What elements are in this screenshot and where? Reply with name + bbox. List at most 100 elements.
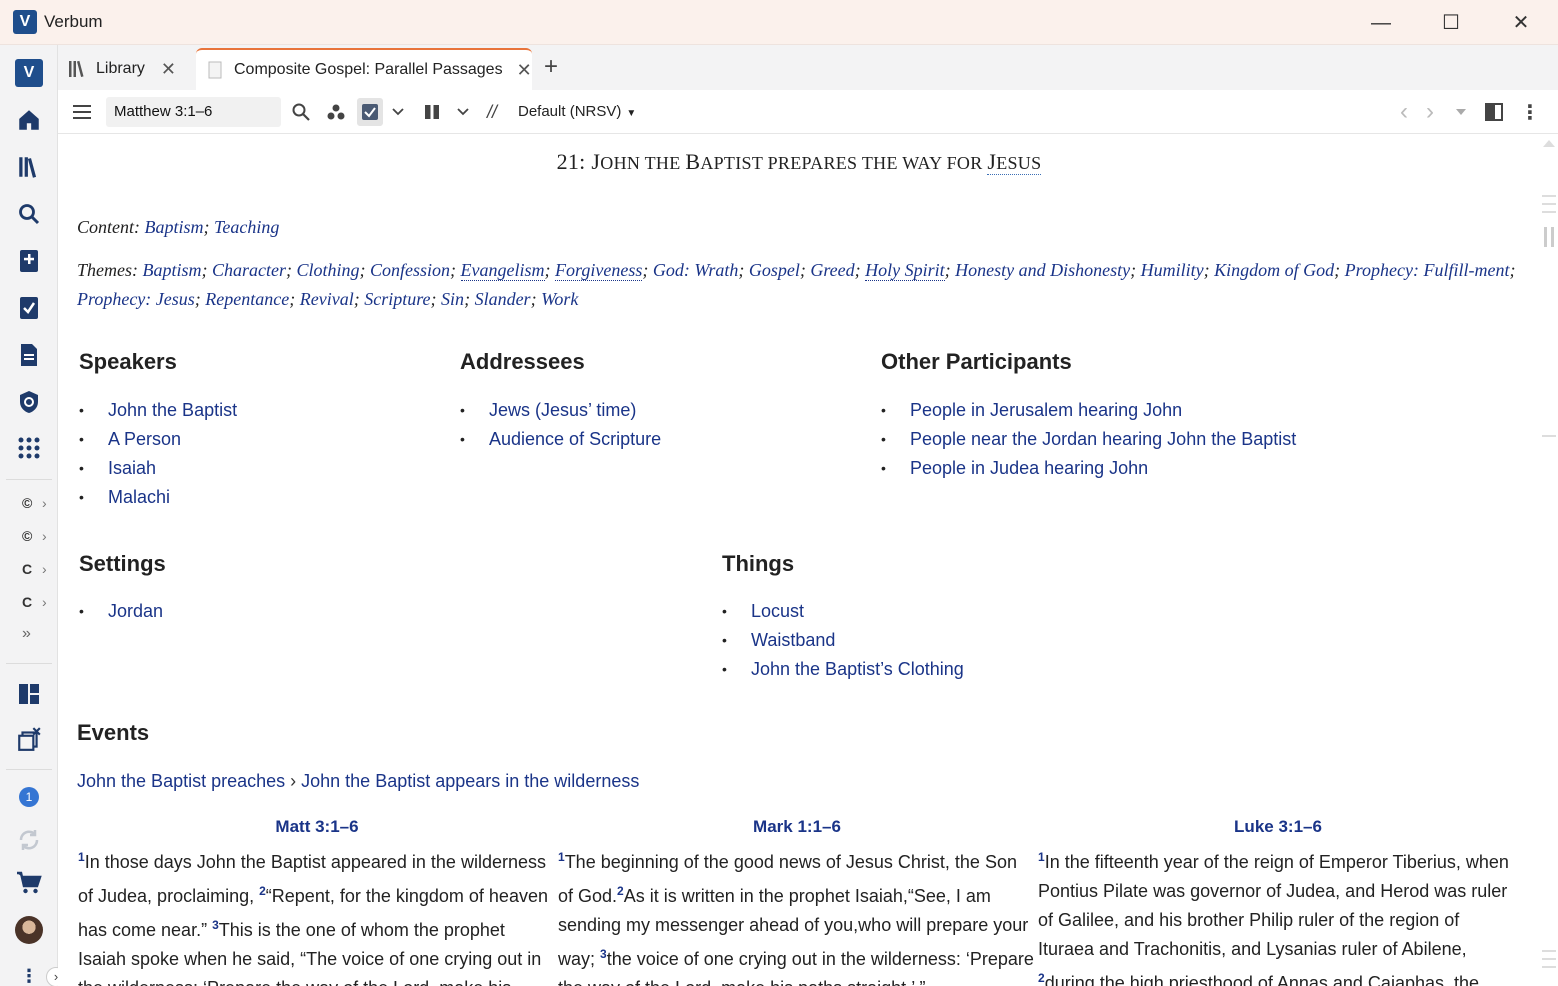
verse-number[interactable]: 3 [600,947,607,961]
panel-options-icon[interactable]: ⋮ [1520,98,1540,126]
close-panels-icon[interactable] [14,724,44,754]
theme-link[interactable]: Prophecy: Fulfill-ment [1345,260,1510,280]
verse-number[interactable]: 1 [78,850,85,864]
chevron-right-icon[interactable]: › [42,561,47,577]
search-icon[interactable] [289,98,313,126]
content-tag-link[interactable]: Baptism [145,217,204,237]
account-avatar[interactable] [14,915,44,945]
layouts-icon[interactable] [14,679,44,709]
apps-grid-icon[interactable] [14,433,44,463]
verse-number[interactable]: 1 [558,850,565,864]
minimize-button[interactable]: — [1358,8,1404,38]
chevron-down-icon[interactable] [388,98,408,126]
split-panel-icon[interactable] [1483,98,1505,126]
guides-icon[interactable] [14,387,44,417]
close-window-button[interactable]: ✕ [1498,8,1544,38]
theme-link[interactable]: Prophecy: Jesus [77,289,195,309]
chevron-right-icon[interactable]: › [42,528,47,544]
theme-link[interactable]: God: Wrath [653,260,739,280]
addressee-link[interactable]: Audience of Scripture [459,425,661,454]
back-button[interactable]: ‹ [1394,98,1414,126]
cart-icon[interactable] [14,868,44,898]
addressee-link[interactable]: Jews (Jesus’ time) [459,396,661,425]
maximize-button[interactable]: ☐ [1428,8,1474,38]
verse-number[interactable]: 3 [212,918,219,932]
sync-icon[interactable] [14,825,44,855]
home-icon[interactable] [14,105,44,135]
close-tab-icon[interactable]: ✕ [161,59,176,80]
setting-link[interactable]: Jordan [78,597,163,626]
theme-link[interactable]: Confession [370,260,450,280]
recent-resource-1[interactable]: © [22,495,32,511]
more-resources-icon[interactable]: » [22,625,31,643]
add-tab-button[interactable]: + [544,53,558,81]
documents-icon[interactable] [14,340,44,370]
theme-link[interactable]: Character [212,260,286,280]
thing-link[interactable]: Locust [721,597,964,626]
checklist-toggle-icon[interactable] [357,98,383,126]
recent-resource-2[interactable]: © [22,528,32,544]
verbum-menu-icon[interactable]: V [15,59,43,87]
speaker-link[interactable]: Malachi [78,483,237,512]
tab-composite-gospel[interactable]: Composite Gospel: Parallel Passages ✕ [196,48,532,90]
passage-reference-link[interactable]: Luke 3:1–6 [1038,817,1518,843]
event-link[interactable]: John the Baptist appears in the wilderne… [301,771,639,791]
content-tag-link[interactable]: Teaching [214,217,279,237]
chevron-down-icon[interactable] [453,98,473,126]
chevron-right-icon[interactable]: › [42,594,47,610]
reading-plan-icon[interactable] [14,293,44,323]
participant-link[interactable]: People in Judea hearing John [880,454,1296,483]
history-dropdown-icon[interactable] [1452,98,1470,126]
more-options-icon[interactable]: ⋮ [14,961,44,986]
thing-link[interactable]: Waistband [721,626,964,655]
speaker-link[interactable]: Isaiah [78,454,237,483]
notifications-icon[interactable]: 1 [14,782,44,812]
parallel-resources-button[interactable]: // [481,98,503,126]
forward-button[interactable]: › [1420,98,1440,126]
scroll-up-icon[interactable] [1543,140,1555,147]
speaker-link[interactable]: John the Baptist [78,396,237,425]
theme-link[interactable]: Scripture [364,289,430,309]
thing-link[interactable]: John the Baptist’s Clothing [721,655,964,684]
close-tab-icon[interactable]: ✕ [517,60,532,81]
scroll-thumb[interactable] [1544,227,1554,247]
theme-link[interactable]: Holy Spirit [865,260,945,281]
content-scrollbar[interactable] [1540,135,1558,986]
theme-link[interactable]: Work [541,289,578,309]
columns-icon[interactable] [421,98,443,126]
participant-link[interactable]: People near the Jordan hearing John the … [880,425,1296,454]
verse-number[interactable]: 1 [1038,850,1045,864]
theme-link[interactable]: Clothing [297,260,360,280]
verse-number[interactable]: 2 [617,884,624,898]
theme-link[interactable]: Revival [300,289,354,309]
reference-input[interactable]: Matthew 3:1–6 [106,97,281,127]
jesus-link[interactable]: JESUS [987,149,1042,175]
theme-link[interactable]: Gospel [749,260,800,280]
passage-reference-link[interactable]: Mark 1:1–6 [558,817,1036,843]
visual-filter-icon[interactable] [324,98,348,126]
participant-link[interactable]: People in Jerusalem hearing John [880,396,1296,425]
version-selector[interactable]: Default (NRSV) ▼ [518,98,636,128]
event-link[interactable]: John the Baptist preaches [77,771,285,791]
recent-resource-4[interactable]: C [22,594,32,610]
tab-library[interactable]: Library ✕ [68,48,188,90]
passage-reference-link[interactable]: Matt 3:1–6 [78,817,556,843]
library-icon[interactable] [14,152,44,182]
add-document-icon[interactable] [14,246,44,276]
theme-link[interactable]: Kingdom of God [1214,260,1334,280]
chevron-right-icon[interactable]: › [42,495,47,511]
verse-number[interactable]: 2 [1038,971,1045,985]
theme-link[interactable]: Baptism [143,260,202,280]
theme-link[interactable]: Humility [1141,260,1204,280]
theme-link[interactable]: Slander [475,289,531,309]
recent-resource-3[interactable]: C [22,561,32,577]
theme-link[interactable]: Honesty and Dishonesty [955,260,1130,280]
theme-link[interactable]: Forgiveness [555,260,643,281]
search-icon[interactable] [14,199,44,229]
theme-link[interactable]: Evangelism [460,260,545,281]
speaker-link[interactable]: A Person [78,425,237,454]
theme-link[interactable]: Greed [810,260,854,280]
theme-link[interactable]: Repentance [205,289,289,309]
panel-menu-icon[interactable] [70,98,94,126]
verse-number[interactable]: 2 [259,884,266,898]
